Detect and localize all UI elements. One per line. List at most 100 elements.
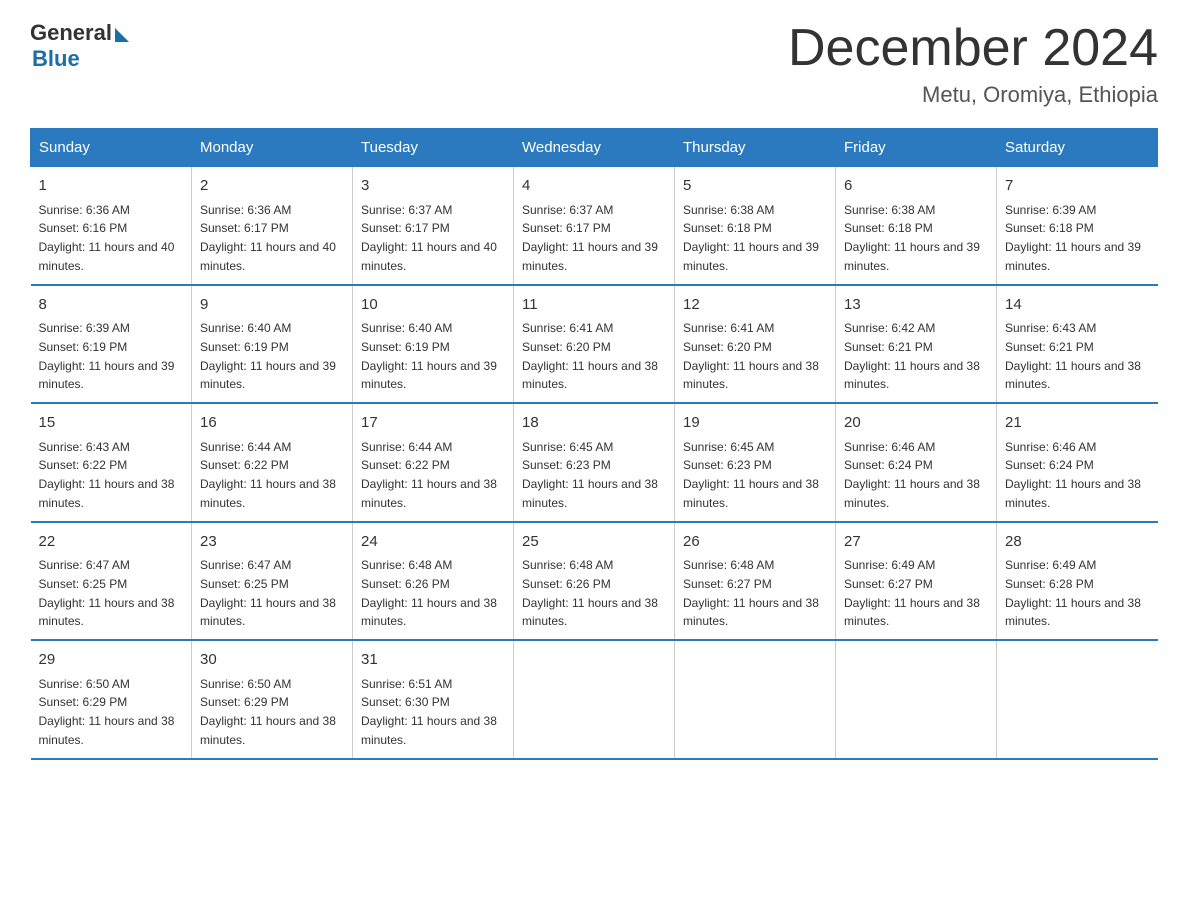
calendar-header-row: SundayMondayTuesdayWednesdayThursdayFrid… xyxy=(31,129,1158,167)
day-info: Sunrise: 6:46 AMSunset: 6:24 PMDaylight:… xyxy=(844,440,980,510)
day-info: Sunrise: 6:49 AMSunset: 6:28 PMDaylight:… xyxy=(1005,558,1141,628)
calendar-cell: 31 Sunrise: 6:51 AMSunset: 6:30 PMDayligh… xyxy=(353,640,514,759)
day-info: Sunrise: 6:44 AMSunset: 6:22 PMDaylight:… xyxy=(361,440,497,510)
calendar-cell: 11 Sunrise: 6:41 AMSunset: 6:20 PMDayligh… xyxy=(514,285,675,404)
day-info: Sunrise: 6:47 AMSunset: 6:25 PMDaylight:… xyxy=(39,558,175,628)
calendar-cell: 20 Sunrise: 6:46 AMSunset: 6:24 PMDayligh… xyxy=(836,403,997,522)
day-info: Sunrise: 6:45 AMSunset: 6:23 PMDaylight:… xyxy=(522,440,658,510)
day-number: 25 xyxy=(522,531,666,554)
day-info: Sunrise: 6:42 AMSunset: 6:21 PMDaylight:… xyxy=(844,321,980,391)
calendar-week-row: 1 Sunrise: 6:36 AMSunset: 6:16 PMDaylight… xyxy=(31,167,1158,285)
calendar-table: SundayMondayTuesdayWednesdayThursdayFrid… xyxy=(30,128,1158,760)
day-number: 17 xyxy=(361,412,505,435)
day-info: Sunrise: 6:36 AMSunset: 6:17 PMDaylight:… xyxy=(200,203,336,273)
calendar-week-row: 29Sunrise: 6:50 AMSunset: 6:29 PMDayligh… xyxy=(31,640,1158,759)
day-info: Sunrise: 6:37 AMSunset: 6:17 PMDaylight:… xyxy=(361,203,497,273)
day-number: 16 xyxy=(200,412,344,435)
day-info: Sunrise: 6:51 AMSunset: 6:30 PMDaylight:… xyxy=(361,677,497,747)
calendar-cell: 21 Sunrise: 6:46 AMSunset: 6:24 PMDayligh… xyxy=(997,403,1158,522)
calendar-cell xyxy=(514,640,675,759)
day-number: 14 xyxy=(1005,294,1150,317)
day-number: 10 xyxy=(361,294,505,317)
calendar-week-row: 22 Sunrise: 6:47 AMSunset: 6:25 PMDayligh… xyxy=(31,522,1158,641)
calendar-cell: 26Sunrise: 6:48 AMSunset: 6:27 PMDayligh… xyxy=(675,522,836,641)
calendar-cell: 22 Sunrise: 6:47 AMSunset: 6:25 PMDayligh… xyxy=(31,522,192,641)
logo: General Blue xyxy=(30,20,129,72)
calendar-cell: 28 Sunrise: 6:49 AMSunset: 6:28 PMDayligh… xyxy=(997,522,1158,641)
day-info: Sunrise: 6:43 AMSunset: 6:22 PMDaylight:… xyxy=(39,440,175,510)
day-number: 2 xyxy=(200,175,344,198)
calendar-cell: 15 Sunrise: 6:43 AMSunset: 6:22 PMDayligh… xyxy=(31,403,192,522)
day-info: Sunrise: 6:46 AMSunset: 6:24 PMDaylight:… xyxy=(1005,440,1141,510)
day-info: Sunrise: 6:41 AMSunset: 6:20 PMDaylight:… xyxy=(522,321,658,391)
day-number: 1 xyxy=(39,175,184,198)
day-info: Sunrise: 6:48 AMSunset: 6:26 PMDaylight:… xyxy=(361,558,497,628)
day-number: 23 xyxy=(200,531,344,554)
calendar-cell: 29Sunrise: 6:50 AMSunset: 6:29 PMDayligh… xyxy=(31,640,192,759)
day-info: Sunrise: 6:50 AMSunset: 6:29 PMDaylight:… xyxy=(200,677,336,747)
day-info: Sunrise: 6:44 AMSunset: 6:22 PMDaylight:… xyxy=(200,440,336,510)
day-info: Sunrise: 6:49 AMSunset: 6:27 PMDaylight:… xyxy=(844,558,980,628)
logo-blue-text: Blue xyxy=(32,46,80,72)
calendar-cell: 12 Sunrise: 6:41 AMSunset: 6:20 PMDayligh… xyxy=(675,285,836,404)
calendar-cell: 10Sunrise: 6:40 AMSunset: 6:19 PMDayligh… xyxy=(353,285,514,404)
day-info: Sunrise: 6:37 AMSunset: 6:17 PMDaylight:… xyxy=(522,203,658,273)
calendar-cell: 13 Sunrise: 6:42 AMSunset: 6:21 PMDayligh… xyxy=(836,285,997,404)
day-number: 22 xyxy=(39,531,184,554)
day-info: Sunrise: 6:39 AMSunset: 6:19 PMDaylight:… xyxy=(39,321,175,391)
day-number: 19 xyxy=(683,412,827,435)
day-number: 20 xyxy=(844,412,988,435)
day-info: Sunrise: 6:38 AMSunset: 6:18 PMDaylight:… xyxy=(683,203,819,273)
calendar-cell: 18 Sunrise: 6:45 AMSunset: 6:23 PMDayligh… xyxy=(514,403,675,522)
day-number: 4 xyxy=(522,175,666,198)
calendar-cell: 8 Sunrise: 6:39 AMSunset: 6:19 PMDaylight… xyxy=(31,285,192,404)
calendar-cell: 14Sunrise: 6:43 AMSunset: 6:21 PMDayligh… xyxy=(997,285,1158,404)
day-number: 15 xyxy=(39,412,184,435)
calendar-cell xyxy=(836,640,997,759)
header-monday: Monday xyxy=(192,129,353,167)
day-number: 28 xyxy=(1005,531,1150,554)
calendar-cell: 24 Sunrise: 6:48 AMSunset: 6:26 PMDayligh… xyxy=(353,522,514,641)
logo-arrow-icon xyxy=(115,28,129,42)
day-info: Sunrise: 6:41 AMSunset: 6:20 PMDaylight:… xyxy=(683,321,819,391)
header-saturday: Saturday xyxy=(997,129,1158,167)
calendar-week-row: 15 Sunrise: 6:43 AMSunset: 6:22 PMDayligh… xyxy=(31,403,1158,522)
day-number: 9 xyxy=(200,294,344,317)
calendar-cell: 3 Sunrise: 6:37 AMSunset: 6:17 PMDaylight… xyxy=(353,167,514,285)
calendar-cell xyxy=(675,640,836,759)
calendar-cell: 1 Sunrise: 6:36 AMSunset: 6:16 PMDaylight… xyxy=(31,167,192,285)
day-number: 27 xyxy=(844,531,988,554)
day-number: 11 xyxy=(522,294,666,317)
day-info: Sunrise: 6:48 AMSunset: 6:26 PMDaylight:… xyxy=(522,558,658,628)
logo-general-text: General xyxy=(30,20,112,46)
calendar-week-row: 8 Sunrise: 6:39 AMSunset: 6:19 PMDaylight… xyxy=(31,285,1158,404)
day-number: 3 xyxy=(361,175,505,198)
calendar-cell: 7Sunrise: 6:39 AMSunset: 6:18 PMDaylight… xyxy=(997,167,1158,285)
day-info: Sunrise: 6:39 AMSunset: 6:18 PMDaylight:… xyxy=(1005,203,1141,273)
title-section: December 2024 Metu, Oromiya, Ethiopia xyxy=(788,20,1158,108)
day-number: 12 xyxy=(683,294,827,317)
header-thursday: Thursday xyxy=(675,129,836,167)
location: Metu, Oromiya, Ethiopia xyxy=(788,82,1158,108)
calendar-cell: 30 Sunrise: 6:50 AMSunset: 6:29 PMDayligh… xyxy=(192,640,353,759)
day-info: Sunrise: 6:38 AMSunset: 6:18 PMDaylight:… xyxy=(844,203,980,273)
header-wednesday: Wednesday xyxy=(514,129,675,167)
day-number: 21 xyxy=(1005,412,1150,435)
day-number: 24 xyxy=(361,531,505,554)
day-number: 8 xyxy=(39,294,184,317)
calendar-cell: 27 Sunrise: 6:49 AMSunset: 6:27 PMDayligh… xyxy=(836,522,997,641)
day-info: Sunrise: 6:36 AMSunset: 6:16 PMDaylight:… xyxy=(39,203,175,273)
header-sunday: Sunday xyxy=(31,129,192,167)
day-info: Sunrise: 6:47 AMSunset: 6:25 PMDaylight:… xyxy=(200,558,336,628)
calendar-cell: 19Sunrise: 6:45 AMSunset: 6:23 PMDayligh… xyxy=(675,403,836,522)
day-number: 5 xyxy=(683,175,827,198)
calendar-cell: 25 Sunrise: 6:48 AMSunset: 6:26 PMDayligh… xyxy=(514,522,675,641)
day-number: 13 xyxy=(844,294,988,317)
calendar-cell: 9 Sunrise: 6:40 AMSunset: 6:19 PMDaylight… xyxy=(192,285,353,404)
day-number: 18 xyxy=(522,412,666,435)
day-info: Sunrise: 6:40 AMSunset: 6:19 PMDaylight:… xyxy=(200,321,336,391)
month-title: December 2024 xyxy=(788,20,1158,77)
calendar-cell: 4 Sunrise: 6:37 AMSunset: 6:17 PMDaylight… xyxy=(514,167,675,285)
day-number: 31 xyxy=(361,649,505,672)
day-number: 30 xyxy=(200,649,344,672)
